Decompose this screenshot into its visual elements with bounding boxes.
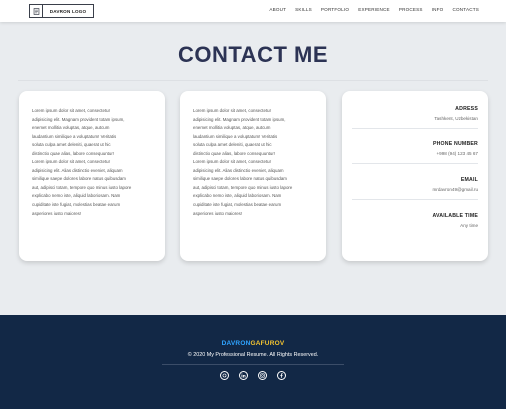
- github-icon[interactable]: [220, 371, 229, 380]
- address-value: Tashkent, Uzbekistan: [434, 116, 478, 121]
- main-nav: ABOUT SKILLS PORTFOLIO EXPERIENCE PROCES…: [269, 7, 479, 12]
- nav-about[interactable]: ABOUT: [269, 7, 286, 12]
- nav-process[interactable]: PROCESS: [399, 7, 423, 12]
- text-line: explicabo nemo iste, aliquid laboriosam.…: [32, 193, 121, 199]
- phone-label: PHONE NUMBER: [432, 141, 478, 147]
- info-divider: [352, 199, 478, 200]
- text-line: enemet mollitia voluptas, atque, autcum: [32, 125, 110, 131]
- text-line: asperiores iusto maiores!: [32, 210, 82, 216]
- address-label: ADRESS: [455, 106, 478, 112]
- text-line: cupiditate iste fugiat, molestias beatae…: [32, 202, 121, 208]
- text-line: Lorem ipsum dolor sit amet, consectetur: [193, 159, 272, 165]
- text-line: asperiores iusto maiores!: [193, 210, 243, 216]
- time-block: AVAILABLE TIME Any time: [432, 213, 478, 228]
- text-line: enemet mollitia voluptas, atque, autcum: [193, 125, 271, 131]
- text-line: soluta culpa amet deleniti, quaerat ut h…: [193, 142, 272, 148]
- text-line: adipisicing elit. Alias distinctio eveni…: [193, 167, 284, 173]
- card-paragraph: Lorem ipsum dolor sit amet, consectetur …: [32, 107, 154, 218]
- resume-icon: [30, 5, 43, 17]
- text-line: soluta culpa amet deleniti, quaerat ut h…: [32, 142, 111, 148]
- nav-experience[interactable]: EXPERIENCE: [358, 7, 390, 12]
- text-line: similique saepe dolores labore natus qui…: [193, 176, 287, 182]
- text-line: aut, adipisci totam, tempore quo minus i…: [32, 184, 132, 190]
- text-line: aut, adipisci totam, tempore quo minus i…: [193, 184, 293, 190]
- info-divider: [352, 128, 478, 129]
- linkedin-icon[interactable]: [239, 371, 248, 380]
- logo-text: DAVRON LOGO: [49, 8, 87, 14]
- facebook-icon[interactable]: [277, 371, 286, 380]
- email-value[interactable]: mrdavron49@gmail.ru: [432, 187, 478, 192]
- text-line: laudantium similique a voluptatum! Verit…: [193, 133, 278, 139]
- email-block: EMAIL mrdavron49@gmail.ru: [432, 177, 478, 192]
- social-links: [0, 371, 506, 380]
- footer-divider: [162, 364, 344, 365]
- email-label: EMAIL: [460, 177, 478, 183]
- nav-skills[interactable]: SKILLS: [295, 7, 312, 12]
- text-line: cupiditate iste fugiat, molestias beatae…: [193, 202, 282, 208]
- contact-info-card: ADRESS Tashkent, Uzbekistan PHONE NUMBER…: [342, 91, 488, 261]
- text-line: Lorem ipsum dolor sit amet, consectetur: [32, 159, 111, 165]
- nav-info[interactable]: INFO: [432, 7, 444, 12]
- title-divider: [18, 80, 488, 81]
- nav-contacts[interactable]: CONTACTS: [452, 7, 479, 12]
- address-block: ADRESS Tashkent, Uzbekistan: [434, 106, 478, 121]
- text-line: Lorem ipsum dolor sit amet, consectetur: [193, 108, 272, 113]
- copyright-text: © 2020 My Professional Resume. All Right…: [187, 352, 319, 358]
- text-line: explicabo nemo iste, aliquid laboriosam.…: [193, 193, 282, 199]
- page-title: CONTACT ME: [177, 42, 329, 67]
- contact-text-card-2: Lorem ipsum dolor sit amet, consectetur …: [180, 91, 326, 261]
- brand-last-name: GAFUROV: [250, 340, 285, 347]
- text-line: Lorem ipsum dolor sit amet, consectetur: [32, 108, 111, 113]
- instagram-icon[interactable]: [258, 371, 267, 380]
- brand-first-name: DAVRON: [221, 340, 251, 347]
- time-label: AVAILABLE TIME: [432, 213, 478, 219]
- text-line: adipisicing elit. Magnam provident totam…: [32, 116, 125, 122]
- time-value: Any time: [460, 223, 478, 228]
- logo[interactable]: DAVRON LOGO: [29, 4, 94, 18]
- phone-block: PHONE NUMBER +998 (94) 123 45 67: [433, 141, 478, 156]
- info-divider: [352, 163, 478, 164]
- footer: DAVRONGAFUROV © 2020 My Professional Res…: [0, 315, 506, 409]
- text-line: adipisicing elit. Magnam provident totam…: [193, 116, 286, 122]
- text-line: similique saepe dolores labore natus qui…: [32, 176, 126, 182]
- navbar: DAVRON LOGO ABOUT SKILLS PORTFOLIO EXPER…: [0, 0, 506, 22]
- nav-portfolio[interactable]: PORTFOLIO: [321, 7, 349, 12]
- card-paragraph: Lorem ipsum dolor sit amet, consectetur …: [193, 107, 315, 218]
- text-line: adipisicing elit. Alias distinctio eveni…: [32, 167, 123, 173]
- text-line: laudantium similique a voluptatum! Verit…: [32, 133, 117, 139]
- footer-brand: DAVRONGAFUROV: [0, 340, 506, 347]
- text-line: distinctio quae alias, labore consequunt…: [193, 150, 276, 156]
- contact-text-card-1: Lorem ipsum dolor sit amet, consectetur …: [19, 91, 165, 261]
- text-line: distinctio quae alias, labore consequunt…: [32, 150, 115, 156]
- phone-value[interactable]: +998 (94) 123 45 67: [433, 151, 478, 156]
